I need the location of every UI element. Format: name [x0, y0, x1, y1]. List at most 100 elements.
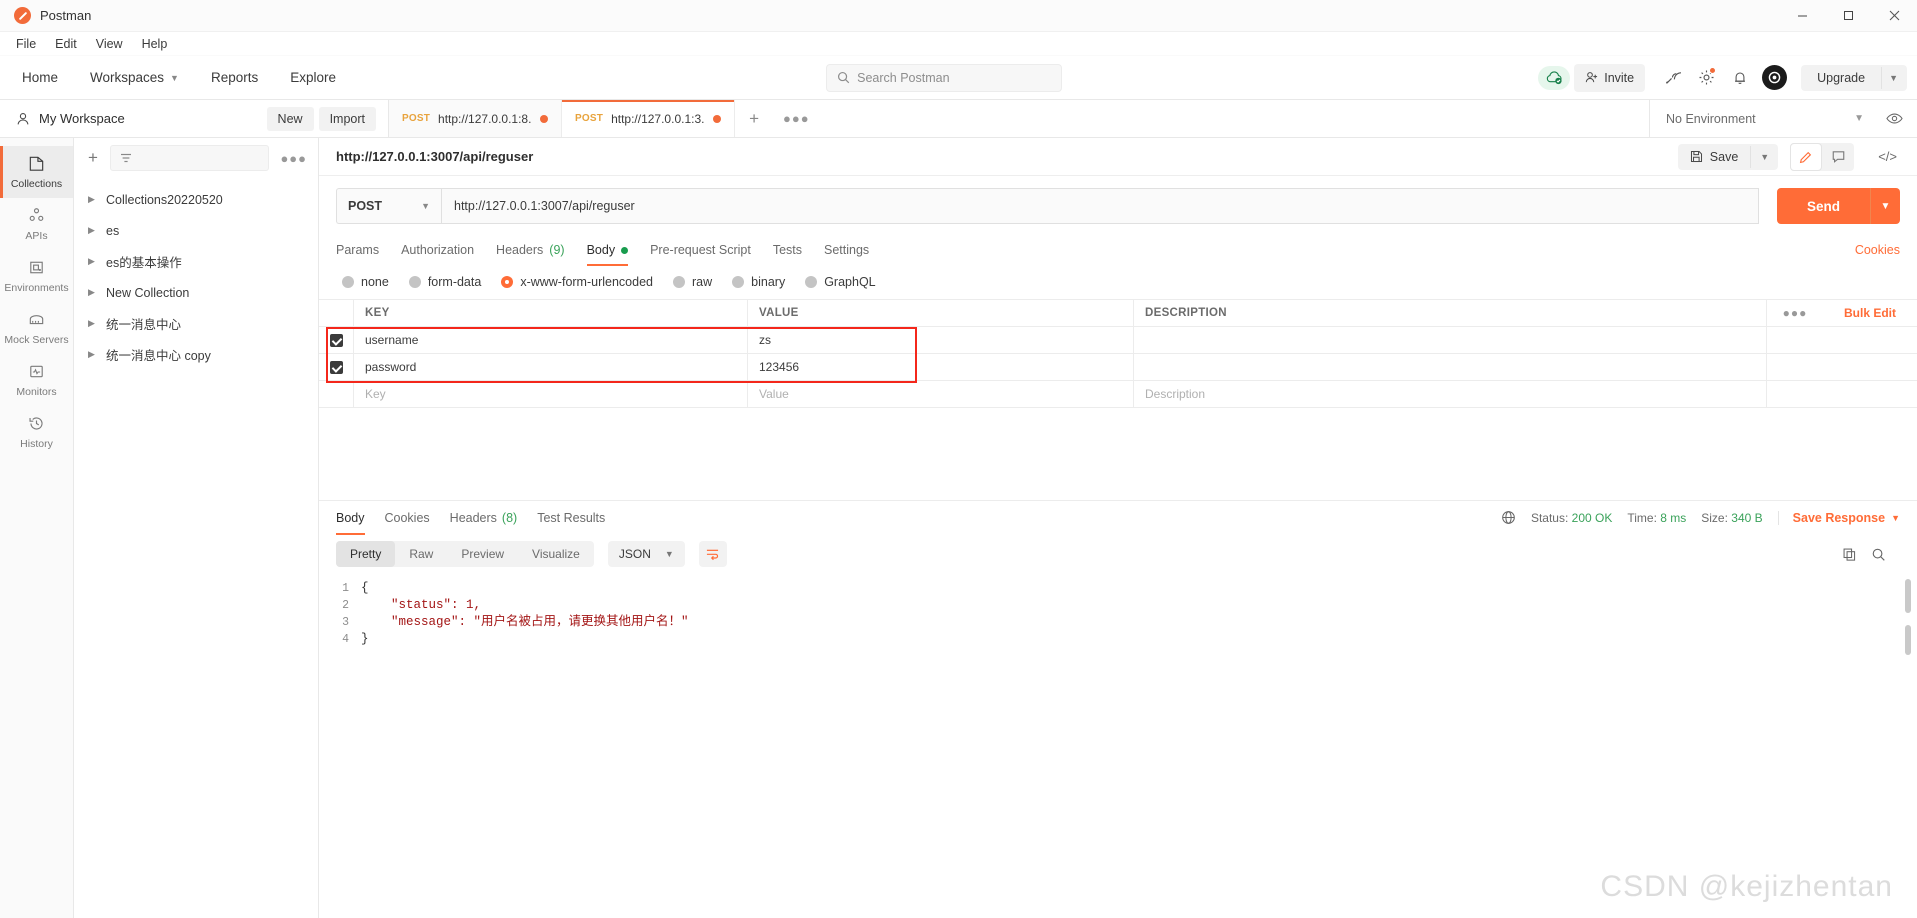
- environment-selector[interactable]: No Environment ▼: [1649, 100, 1917, 137]
- environment-eye-icon[interactable]: [1886, 112, 1903, 125]
- wrap-lines-icon[interactable]: [698, 541, 727, 567]
- maximize-button[interactable]: [1825, 0, 1871, 32]
- save-button[interactable]: Save: [1678, 144, 1751, 170]
- row-checkbox-cell[interactable]: [319, 354, 354, 381]
- request-tab-1[interactable]: POST http://127.0.0.1:8...: [389, 100, 563, 137]
- row-description[interactable]: [1134, 354, 1767, 381]
- code-snippet-icon[interactable]: </>: [1872, 145, 1903, 168]
- body-type-binary[interactable]: binary: [732, 275, 785, 289]
- avatar-circle: [1761, 65, 1787, 90]
- sidebar-item-mock-servers[interactable]: Mock Servers: [0, 302, 73, 354]
- method-selector[interactable]: POST ▼: [336, 188, 441, 224]
- send-chevron-down-icon[interactable]: ▼: [1870, 188, 1900, 224]
- body-type-none[interactable]: none: [342, 275, 389, 289]
- nav-home[interactable]: Home: [8, 64, 72, 91]
- row-value[interactable]: 123456: [748, 354, 1134, 381]
- tab-pre-request-script[interactable]: Pre-request Script: [650, 234, 751, 266]
- row-value[interactable]: zs: [748, 327, 1134, 354]
- list-item[interactable]: ▶ es的基本操作: [74, 250, 318, 273]
- copy-icon[interactable]: [1842, 547, 1857, 562]
- edit-pencil-icon[interactable]: [1790, 142, 1823, 171]
- nav-workspaces[interactable]: Workspaces ▼: [76, 64, 193, 91]
- checkbox-checked-icon[interactable]: [329, 333, 343, 347]
- tab-authorization[interactable]: Authorization: [401, 234, 474, 266]
- new-button[interactable]: New: [266, 106, 314, 131]
- response-body-code[interactable]: 1 { 2 "status": 1, 3 "message": "用户名被占用，…: [319, 573, 1917, 918]
- row-key[interactable]: password: [354, 354, 748, 381]
- list-item[interactable]: ▶ Collections20220520: [74, 188, 318, 211]
- response-tab-body[interactable]: Body: [336, 501, 365, 535]
- menu-view[interactable]: View: [88, 34, 131, 54]
- send-button[interactable]: Send: [1776, 188, 1870, 224]
- sidebar-item-monitors[interactable]: Monitors: [0, 354, 73, 406]
- new-tab-button[interactable]: +: [735, 100, 773, 137]
- save-chevron-down-icon[interactable]: ▼: [1750, 145, 1778, 168]
- gear-icon[interactable]: [1691, 63, 1721, 93]
- nav-reports[interactable]: Reports: [197, 64, 272, 91]
- language-selector[interactable]: JSON ▼: [607, 541, 685, 567]
- tab-params[interactable]: Params: [336, 234, 379, 266]
- upgrade-button[interactable]: Upgrade: [1801, 65, 1881, 91]
- response-scrollbar-thumb-top[interactable]: [1905, 579, 1911, 613]
- bulk-edit-button[interactable]: Bulk Edit: [1823, 300, 1917, 327]
- list-item[interactable]: ▶ 统一消息中心 copy: [74, 343, 318, 366]
- row-description[interactable]: [1134, 327, 1767, 354]
- close-button[interactable]: [1871, 0, 1917, 32]
- response-tab-cookies[interactable]: Cookies: [385, 501, 430, 535]
- format-preview-button[interactable]: Preview: [447, 541, 518, 567]
- tab-settings[interactable]: Settings: [824, 234, 869, 266]
- format-pretty-button[interactable]: Pretty: [336, 541, 396, 567]
- list-item[interactable]: ▶ 统一消息中心: [74, 312, 318, 335]
- tab-overflow-menu-icon[interactable]: ●●●: [773, 100, 820, 137]
- body-type-x-www-form-urlencoded[interactable]: x-www-form-urlencoded: [501, 275, 653, 289]
- sidebar-item-history[interactable]: History: [0, 406, 73, 458]
- placeholder-key[interactable]: Key: [354, 381, 748, 408]
- checkbox-checked-icon[interactable]: [329, 360, 343, 374]
- satellite-icon[interactable]: [1657, 63, 1687, 93]
- radio-icon: [805, 276, 818, 288]
- response-scrollbar-thumb-bottom[interactable]: [1905, 625, 1911, 655]
- tab-headers[interactable]: Headers (9): [496, 234, 565, 266]
- response-tab-headers[interactable]: Headers (8): [450, 501, 518, 535]
- upgrade-chevron-down-icon[interactable]: ▼: [1881, 66, 1907, 89]
- format-visualize-button[interactable]: Visualize: [518, 541, 594, 567]
- url-input[interactable]: http://127.0.0.1:3007/api/reguser: [441, 188, 1759, 224]
- cloud-sync-icon[interactable]: [1538, 65, 1571, 90]
- format-raw-button[interactable]: Raw: [395, 541, 447, 567]
- row-key[interactable]: username: [354, 327, 748, 354]
- tab-tests[interactable]: Tests: [773, 234, 802, 266]
- body-type-form-data[interactable]: form-data: [408, 275, 481, 289]
- placeholder-value[interactable]: Value: [748, 381, 1134, 408]
- list-item[interactable]: ▶ New Collection: [74, 281, 318, 304]
- body-type-graphql[interactable]: GraphQL: [805, 275, 876, 289]
- invite-button[interactable]: Invite: [1574, 63, 1646, 92]
- collections-more-menu-icon[interactable]: ●●●: [277, 151, 310, 166]
- workspace-selector[interactable]: My Workspace New Import: [0, 100, 389, 137]
- cookies-link[interactable]: Cookies: [1855, 243, 1900, 257]
- sidebar-item-apis[interactable]: APIs: [0, 198, 73, 250]
- search-input[interactable]: Search Postman: [826, 63, 1063, 92]
- minimize-button[interactable]: [1779, 0, 1825, 32]
- placeholder-description[interactable]: Description: [1134, 381, 1767, 408]
- save-response-button[interactable]: Save Response ▼: [1777, 510, 1900, 525]
- list-item[interactable]: ▶ es: [74, 219, 318, 242]
- table-more-menu-icon[interactable]: ●●●: [1767, 300, 1823, 327]
- avatar[interactable]: [1759, 63, 1789, 93]
- nav-explore[interactable]: Explore: [276, 64, 350, 91]
- response-tab-test-results[interactable]: Test Results: [537, 501, 605, 535]
- menu-help[interactable]: Help: [134, 34, 176, 54]
- menu-file[interactable]: File: [8, 34, 44, 54]
- request-tab-2[interactable]: POST http://127.0.0.1:3...: [562, 100, 736, 137]
- menu-edit[interactable]: Edit: [47, 34, 85, 54]
- body-type-raw[interactable]: raw: [673, 275, 712, 289]
- sidebar-item-environments[interactable]: Environments: [0, 250, 73, 302]
- row-checkbox-cell[interactable]: [319, 327, 354, 354]
- search-response-icon[interactable]: [1871, 547, 1886, 562]
- import-button[interactable]: Import: [318, 106, 376, 131]
- comment-icon[interactable]: [1822, 143, 1854, 171]
- tab-body[interactable]: Body: [586, 234, 629, 266]
- collections-filter-input[interactable]: [109, 145, 270, 171]
- bell-icon[interactable]: [1725, 63, 1755, 93]
- add-collection-button[interactable]: +: [84, 148, 102, 168]
- sidebar-item-collections[interactable]: Collections: [0, 146, 73, 198]
